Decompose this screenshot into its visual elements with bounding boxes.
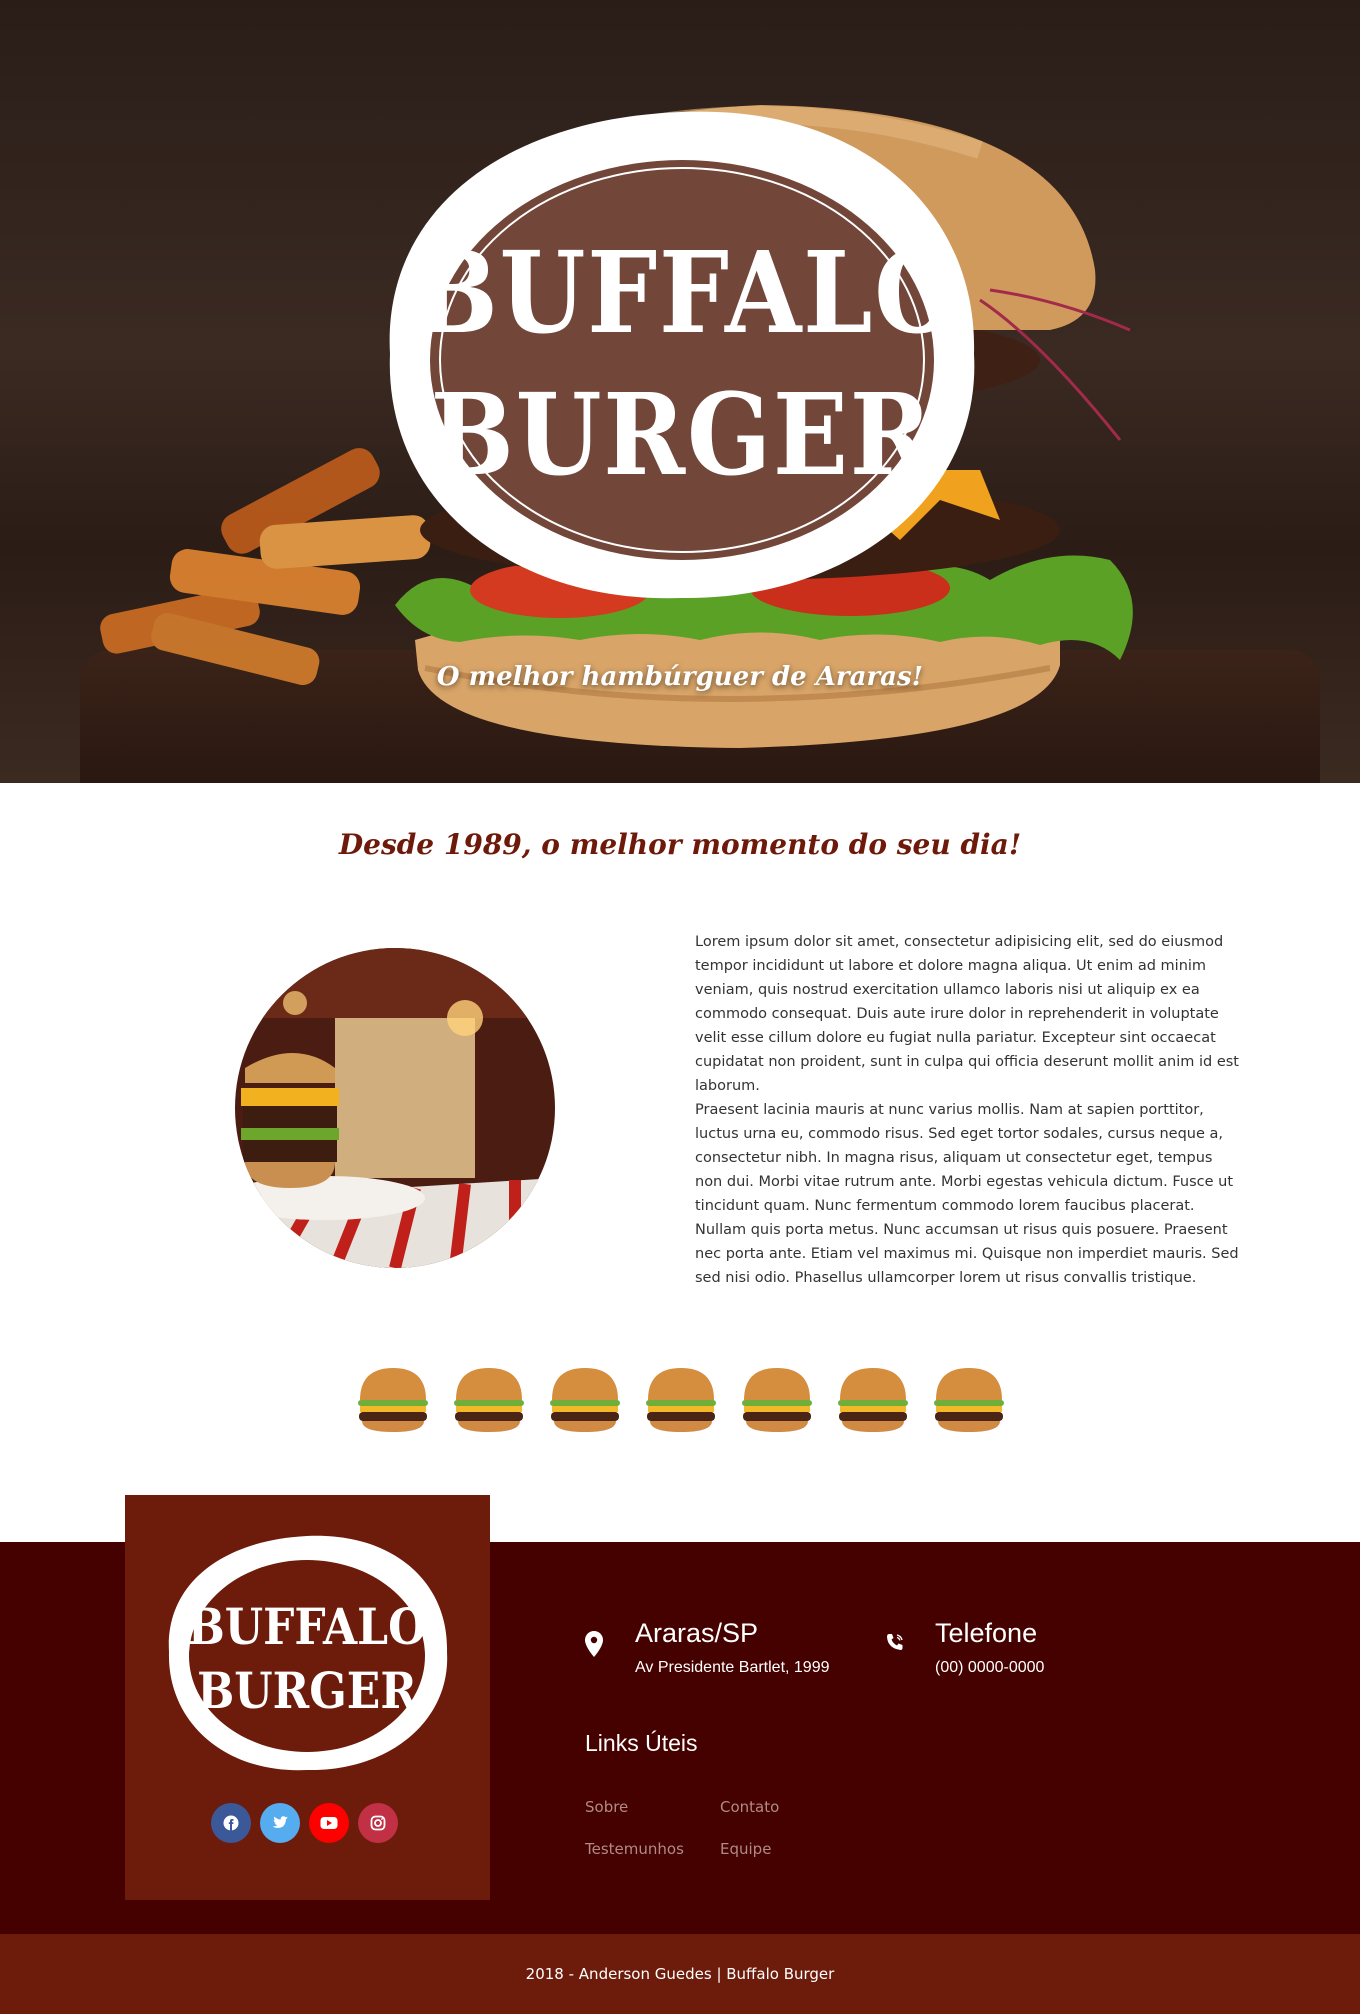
copyright-text: 2018 - Anderson Guedes | Buffalo Burger bbox=[525, 1965, 835, 1983]
burger-icon bbox=[454, 1368, 524, 1432]
location-address: Av Presidente Bartlet, 1999 bbox=[635, 1659, 830, 1676]
hero-tagline: O melhor hambúrguer de Araras! bbox=[436, 662, 924, 692]
twitter-icon[interactable] bbox=[260, 1803, 300, 1843]
about-description: Lorem ipsum dolor sit amet, consectetur … bbox=[695, 930, 1240, 1290]
phone-title: Telefone bbox=[935, 1618, 1038, 1648]
burger-icon bbox=[646, 1368, 716, 1432]
link-testemunhos[interactable]: Testemunhos bbox=[585, 1840, 684, 1858]
burger-icon bbox=[742, 1368, 812, 1432]
restaurant-photo bbox=[235, 948, 555, 1268]
hero-banner: BUFFALO BURGER O melhor hambúrguer de Ar… bbox=[0, 0, 1360, 783]
social-links bbox=[211, 1803, 398, 1843]
copyright-bar: 2018 - Anderson Guedes | Buffalo Burger bbox=[0, 1934, 1360, 2014]
burger-icon bbox=[838, 1368, 908, 1432]
hero-logo-line2: BURGER bbox=[430, 370, 934, 501]
facebook-icon[interactable] bbox=[211, 1803, 251, 1843]
about-paragraph-1: Lorem ipsum dolor sit amet, consectetur … bbox=[695, 934, 1239, 1094]
link-sobre[interactable]: Sobre bbox=[585, 1798, 628, 1816]
about-paragraph-2: Praesent lacinia mauris at nunc varius m… bbox=[695, 1102, 1239, 1286]
youtube-icon[interactable] bbox=[309, 1803, 349, 1843]
links-title: Links Úteis bbox=[585, 1730, 698, 1756]
restaurant-photo-art bbox=[235, 948, 555, 1268]
footer-logo-line1: BUFFALO bbox=[187, 1597, 427, 1656]
footer-logo-box: BUFFALO BURGER bbox=[125, 1495, 490, 1900]
location-block: Araras/SP Av Presidente Bartlet, 1999 bbox=[635, 1618, 830, 1677]
burger-icon-row bbox=[354, 1362, 1008, 1438]
phone-icon bbox=[887, 1634, 903, 1650]
footer-logo-badge: BUFFALO BURGER bbox=[163, 1530, 451, 1776]
burger-icon bbox=[358, 1368, 428, 1432]
phone-number[interactable]: (00) 0000-0000 bbox=[935, 1659, 1044, 1677]
footer-logo-line2: BURGER bbox=[197, 1661, 417, 1720]
instagram-icon[interactable] bbox=[358, 1803, 398, 1843]
map-pin-icon bbox=[585, 1631, 603, 1657]
phone-block: Telefone (00) 0000-0000 bbox=[935, 1618, 1044, 1677]
link-equipe[interactable]: Equipe bbox=[720, 1840, 771, 1858]
hero-logo-badge: BUFFALO BURGER bbox=[378, 98, 986, 610]
hero-logo-line1: BUFFALO bbox=[414, 228, 962, 359]
link-contato[interactable]: Contato bbox=[720, 1798, 779, 1816]
about-title: Desde 1989, o melhor momento do seu dia! bbox=[338, 828, 1022, 861]
location-title: Araras/SP bbox=[635, 1618, 759, 1648]
burger-icon bbox=[934, 1368, 1004, 1432]
burger-icon bbox=[550, 1368, 620, 1432]
